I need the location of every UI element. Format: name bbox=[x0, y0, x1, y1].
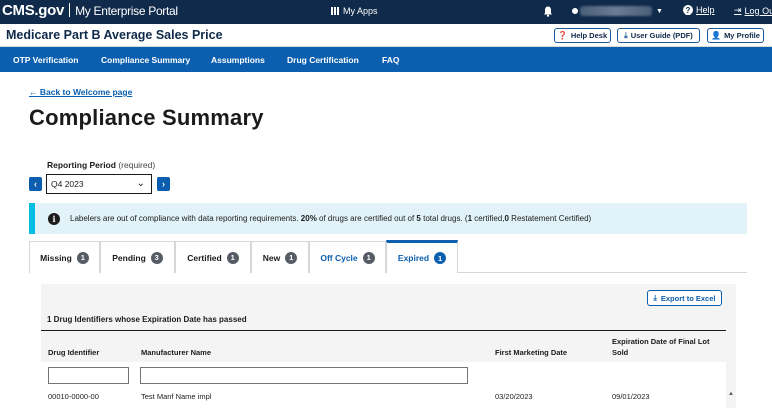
help-link[interactable]: ? Help bbox=[683, 5, 715, 15]
export-to-excel-button[interactable]: ⤓ Export to Excel bbox=[647, 290, 722, 306]
count-badge: 1 bbox=[285, 251, 298, 264]
alert-message: Labelers are out of compliance with data… bbox=[70, 214, 591, 223]
user-menu[interactable]: ▼ bbox=[572, 6, 663, 16]
logout-link[interactable]: ⇥Log Out bbox=[734, 5, 772, 16]
app-header: Medicare Part B Average Sales Price ❓ Hel… bbox=[0, 24, 772, 47]
nav-compliance-summary[interactable]: Compliance Summary bbox=[101, 55, 190, 65]
expiration-header-line2: Sold bbox=[612, 348, 629, 357]
tab-pending[interactable]: Pending 3 bbox=[100, 241, 175, 273]
question-icon: ? bbox=[683, 5, 693, 15]
tab-expired[interactable]: Expired 1 bbox=[386, 240, 458, 273]
count-badge: 3 bbox=[150, 251, 163, 264]
download-icon: ⤓ bbox=[653, 293, 657, 302]
required-indicator: (required) bbox=[118, 160, 156, 170]
arrow-left-icon: ← bbox=[29, 87, 38, 97]
question-circle-icon: ❓ bbox=[557, 31, 568, 40]
manufacturer-name-filter[interactable] bbox=[140, 367, 468, 384]
table-header-rule bbox=[41, 330, 726, 331]
page-title: Compliance Summary bbox=[29, 105, 264, 130]
user-icon bbox=[572, 8, 578, 14]
export-label: Export to Excel bbox=[660, 293, 716, 303]
app-title[interactable]: Medicare Part B Average Sales Price bbox=[6, 28, 223, 42]
cell-drug-identifier[interactable]: 00010-0000-00 bbox=[48, 392, 99, 401]
help-desk-button[interactable]: ❓ Help Desk bbox=[554, 28, 611, 43]
nav-assumptions[interactable]: Assumptions bbox=[211, 55, 265, 65]
my-profile-label: My Profile bbox=[724, 31, 760, 40]
cell-first-marketing-date: 03/20/2023 bbox=[495, 392, 533, 401]
drug-identifier-filter[interactable] bbox=[48, 367, 129, 384]
alert-text-2: of drugs are certified out of bbox=[316, 214, 417, 223]
portal-bar: CMS.gov My Enterprise Portal My Apps ▼ ? H… bbox=[0, 0, 772, 24]
tab-label: Missing bbox=[40, 252, 72, 263]
bell-icon[interactable] bbox=[543, 6, 553, 17]
compliance-alert: i Labelers are out of compliance with da… bbox=[29, 203, 747, 234]
user-guide-button[interactable]: ⤓ User Guide (PDF) bbox=[617, 28, 700, 43]
reporting-period-label-text: Reporting Period bbox=[47, 160, 116, 170]
tab-label: New bbox=[262, 252, 281, 263]
reporting-period-label: Reporting Period (required) bbox=[47, 160, 155, 170]
help-label: Help bbox=[696, 5, 715, 15]
tab-missing[interactable]: Missing 1 bbox=[29, 241, 100, 273]
my-apps-menu[interactable]: My Apps bbox=[331, 6, 378, 16]
nav-faq[interactable]: FAQ bbox=[382, 55, 399, 65]
tab-off-cycle[interactable]: Off Cycle 1 bbox=[309, 241, 386, 273]
tab-certified[interactable]: Certified 1 bbox=[175, 241, 251, 273]
logo-divider bbox=[69, 3, 71, 17]
alert-text-5: Restatement Certified) bbox=[508, 214, 592, 223]
next-period-button[interactable]: › bbox=[157, 177, 170, 191]
person-icon: 👤 bbox=[711, 31, 722, 40]
grid-icon bbox=[331, 7, 340, 15]
tab-label: Off Cycle bbox=[320, 252, 358, 263]
alert-text-3: total drugs. ( bbox=[420, 214, 468, 223]
logout-label: Log Out bbox=[744, 5, 772, 16]
tab-label: Certified bbox=[187, 252, 222, 263]
nav-otp-verification[interactable]: OTP Verification bbox=[13, 55, 79, 65]
redacted-username bbox=[580, 6, 652, 16]
alert-percent: 20% bbox=[300, 214, 317, 223]
column-header-manufacturer-name[interactable]: Manufacturer Name bbox=[141, 347, 211, 358]
back-link[interactable]: ← Back to Welcome page bbox=[29, 87, 132, 97]
my-profile-button[interactable]: 👤 My Profile bbox=[707, 28, 764, 43]
logout-icon: ⇥ bbox=[734, 5, 742, 15]
cms-logo[interactable]: CMS.gov bbox=[2, 2, 64, 19]
chevron-down-icon: ⌄ bbox=[136, 178, 145, 189]
column-header-first-marketing-date[interactable]: First Marketing Date bbox=[495, 347, 567, 358]
download-icon: ⤓ bbox=[624, 30, 628, 40]
count-badge: 1 bbox=[362, 251, 375, 264]
count-badge: 1 bbox=[76, 251, 89, 264]
count-badge: 1 bbox=[434, 252, 447, 264]
main-nav: OTP Verification Compliance Summary Assu… bbox=[0, 47, 772, 72]
table-caption: 1 Drug Identifiers whose Expiration Date… bbox=[47, 315, 247, 324]
count-badge: 1 bbox=[226, 251, 239, 264]
back-link-label: Back to Welcome page bbox=[39, 87, 133, 97]
portal-name: My Enterprise Portal bbox=[75, 4, 178, 18]
reporting-period-select[interactable]: Q4 2023 ⌄ bbox=[46, 174, 152, 194]
nav-drug-certification[interactable]: Drug Certification bbox=[287, 55, 359, 65]
expiration-header-line1: Expiration Date of Final Lot bbox=[612, 337, 710, 346]
help-desk-label: Help Desk bbox=[570, 31, 608, 40]
reporting-period-value: Q4 2023 bbox=[51, 179, 84, 189]
column-header-drug-identifier[interactable]: Drug Identifier bbox=[48, 347, 99, 358]
previous-period-button[interactable]: ‹ bbox=[29, 177, 42, 191]
chevron-right-icon: › bbox=[162, 179, 165, 189]
scroll-up-icon[interactable]: ▲ bbox=[728, 391, 734, 397]
tab-label: Expired bbox=[397, 253, 430, 263]
user-guide-label: User Guide (PDF) bbox=[630, 31, 693, 40]
column-header-expiration-date[interactable]: Expiration Date of Final Lot Sold bbox=[612, 336, 710, 358]
info-icon: i bbox=[48, 212, 60, 225]
chevron-left-icon: ‹ bbox=[34, 179, 37, 189]
portal-logo[interactable]: CMS.gov My Enterprise Portal bbox=[2, 2, 178, 19]
tab-label: Pending bbox=[112, 252, 146, 263]
cell-manufacturer-name: Test Manf Name impl bbox=[141, 392, 212, 401]
alert-text-4: certified, bbox=[472, 214, 505, 223]
alert-text-1: Labelers are out of compliance with data… bbox=[70, 214, 301, 223]
tab-new[interactable]: New 1 bbox=[251, 241, 309, 273]
cell-expiration-date: 09/01/2023 bbox=[612, 392, 650, 401]
chevron-down-icon: ▼ bbox=[656, 7, 663, 15]
my-apps-label: My Apps bbox=[343, 6, 378, 16]
